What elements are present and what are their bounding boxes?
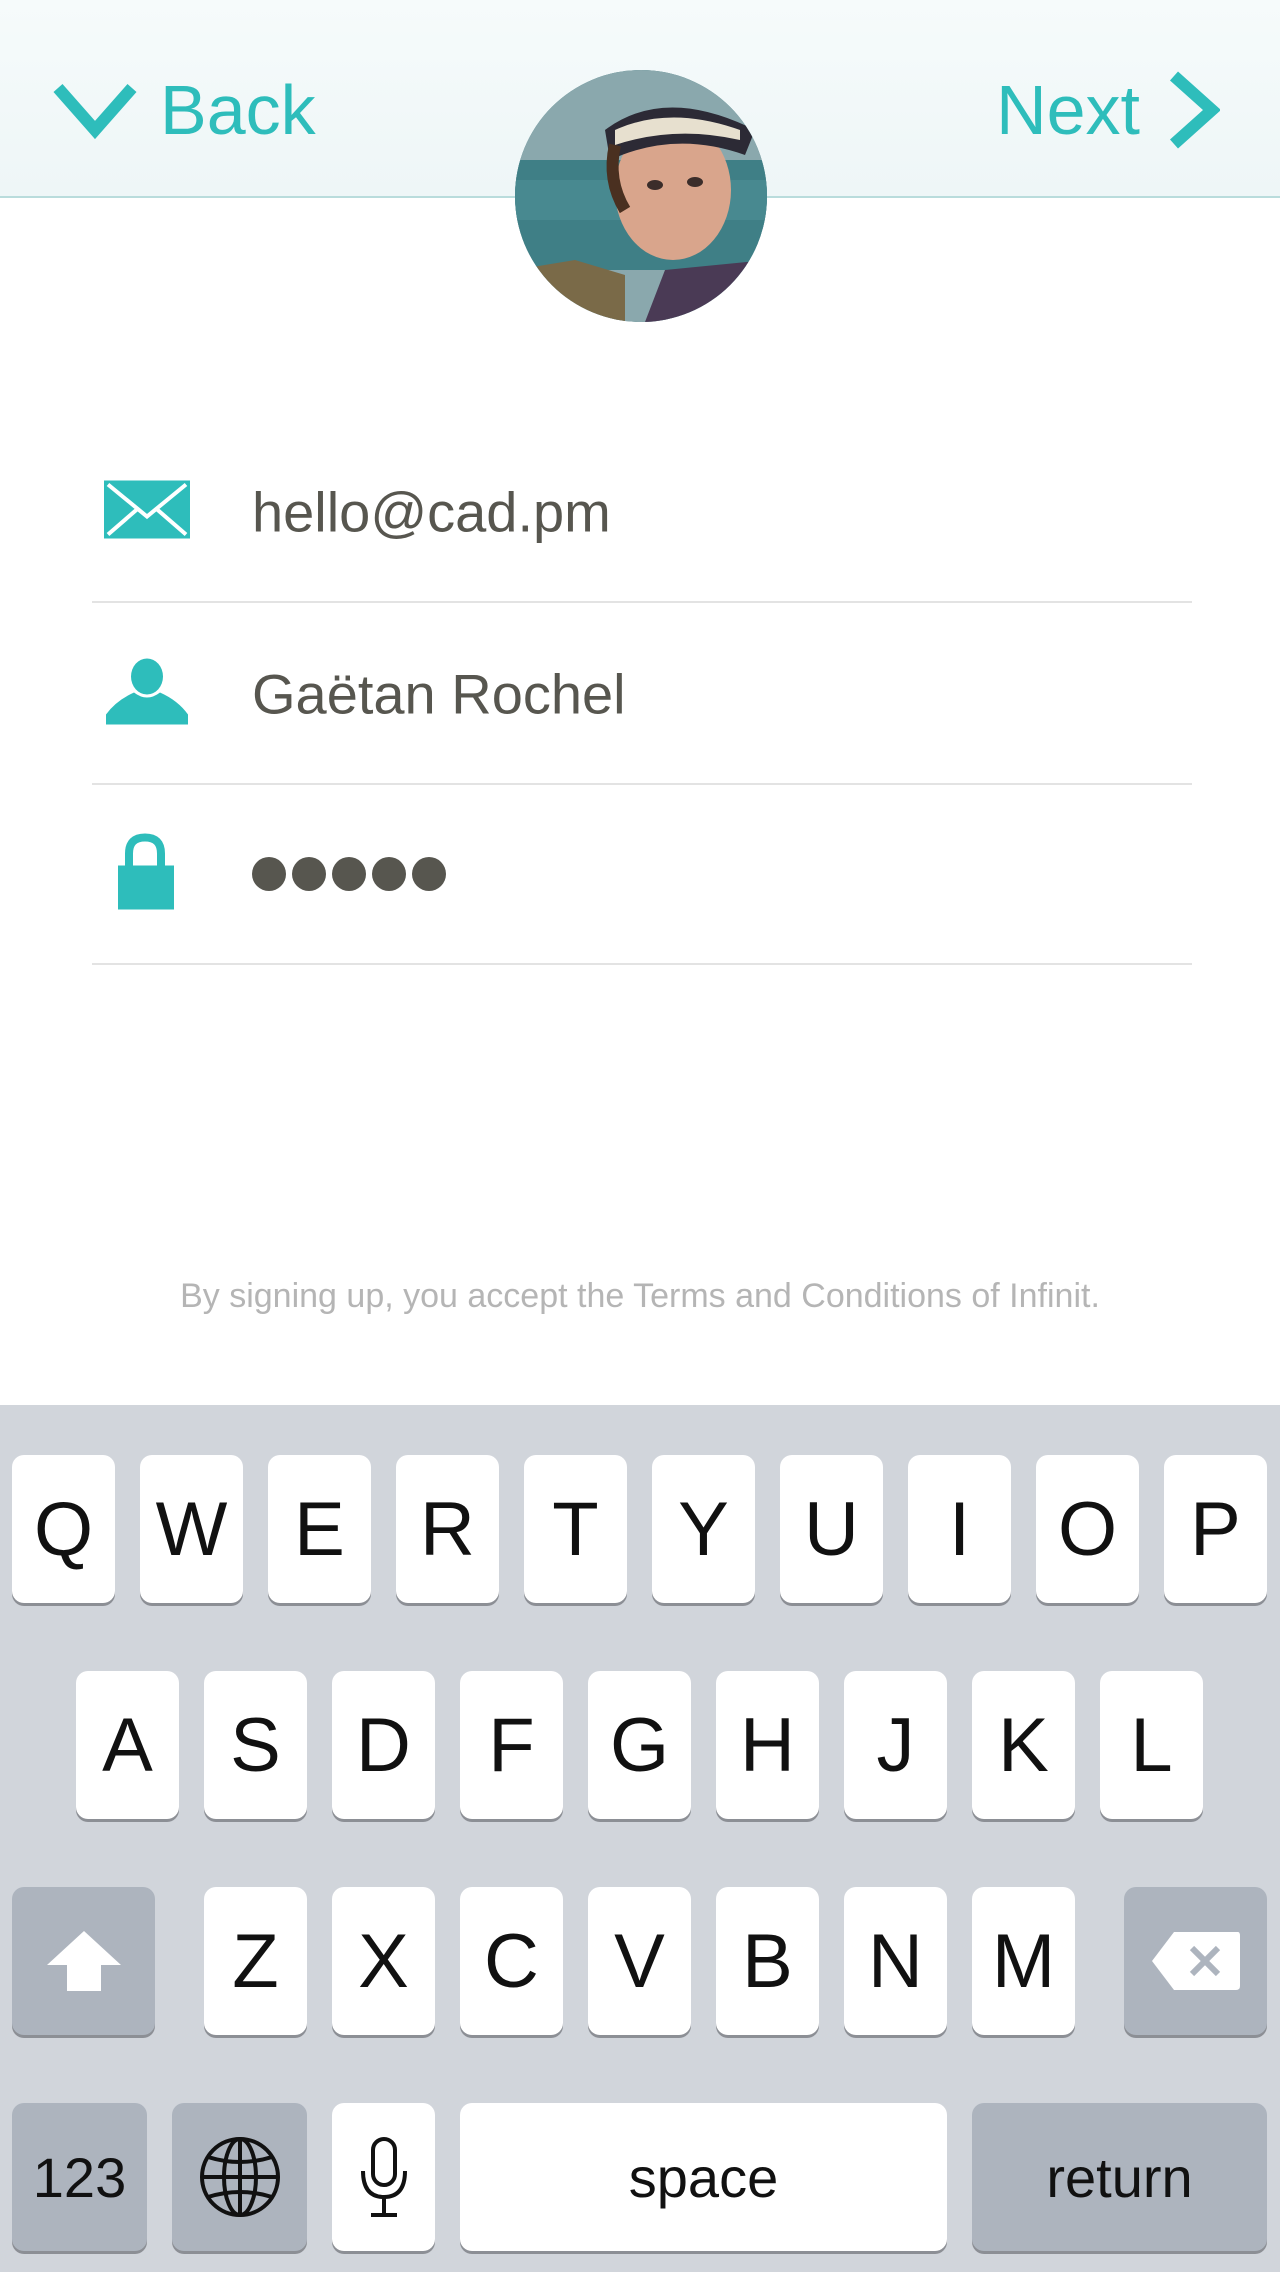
key-s[interactable]: S	[204, 1671, 307, 1819]
key-a[interactable]: A	[76, 1671, 179, 1819]
backspace-icon	[1151, 1932, 1240, 1990]
key-m[interactable]: M	[972, 1887, 1075, 2035]
lock-icon	[104, 832, 190, 917]
key-e[interactable]: E	[268, 1455, 371, 1603]
password-dot	[412, 857, 446, 891]
back-label: Back	[160, 71, 316, 149]
space-key[interactable]: space	[460, 2103, 947, 2251]
shift-arrow-icon	[46, 1931, 121, 1991]
key-r[interactable]: R	[396, 1455, 499, 1603]
terms-notice: By signing up, you accept the Terms and …	[180, 1277, 1100, 1315]
key-b[interactable]: B	[716, 1887, 819, 2035]
key-y[interactable]: Y	[652, 1455, 755, 1603]
key-n[interactable]: N	[844, 1887, 947, 2035]
full-name-value: Gaëtan Rochel	[252, 662, 626, 726]
key-f[interactable]: F	[460, 1671, 563, 1819]
microphone-icon	[360, 2137, 407, 2217]
return-key[interactable]: return	[972, 2103, 1267, 2251]
next-button[interactable]: Next	[996, 70, 1220, 150]
password-dot	[292, 857, 326, 891]
key-g[interactable]: G	[588, 1671, 691, 1819]
person-icon	[104, 658, 190, 730]
key-o[interactable]: O	[1036, 1455, 1139, 1603]
chevron-right-icon	[1169, 71, 1220, 149]
shift-key[interactable]	[12, 1887, 155, 2035]
key-i[interactable]: I	[908, 1455, 1011, 1603]
avatar[interactable]	[515, 70, 767, 322]
key-v[interactable]: V	[588, 1887, 691, 2035]
email-value: hello@cad.pm	[252, 480, 611, 544]
envelope-icon	[104, 480, 190, 544]
password-dot	[252, 857, 286, 891]
password-mask	[252, 857, 446, 891]
key-d[interactable]: D	[332, 1671, 435, 1819]
numbers-key[interactable]: 123	[12, 2103, 147, 2251]
key-h[interactable]: H	[716, 1671, 819, 1819]
back-button[interactable]: Back	[52, 70, 316, 150]
key-k[interactable]: K	[972, 1671, 1075, 1819]
chevron-down-icon	[53, 84, 137, 140]
onscreen-keyboard: Q W E R T Y U I O P A S D F G H J K L Z …	[0, 1405, 1280, 2272]
globe-icon	[199, 2137, 280, 2217]
password-dot	[332, 857, 366, 891]
password-dot	[372, 857, 406, 891]
password-field[interactable]	[92, 785, 1192, 965]
key-p[interactable]: P	[1164, 1455, 1267, 1603]
email-field[interactable]: hello@cad.pm	[92, 423, 1192, 603]
next-label: Next	[996, 71, 1140, 149]
delete-key[interactable]	[1124, 1887, 1267, 2035]
key-z[interactable]: Z	[204, 1887, 307, 2035]
key-u[interactable]: U	[780, 1455, 883, 1603]
key-c[interactable]: C	[460, 1887, 563, 2035]
key-q[interactable]: Q	[12, 1455, 115, 1603]
key-t[interactable]: T	[524, 1455, 627, 1603]
profile-photo	[515, 70, 767, 322]
globe-key[interactable]	[172, 2103, 307, 2251]
key-j[interactable]: J	[844, 1671, 947, 1819]
key-x[interactable]: X	[332, 1887, 435, 2035]
dictation-key[interactable]	[332, 2103, 435, 2251]
full-name-field[interactable]: Gaëtan Rochel	[92, 605, 1192, 785]
key-w[interactable]: W	[140, 1455, 243, 1603]
key-l[interactable]: L	[1100, 1671, 1203, 1819]
